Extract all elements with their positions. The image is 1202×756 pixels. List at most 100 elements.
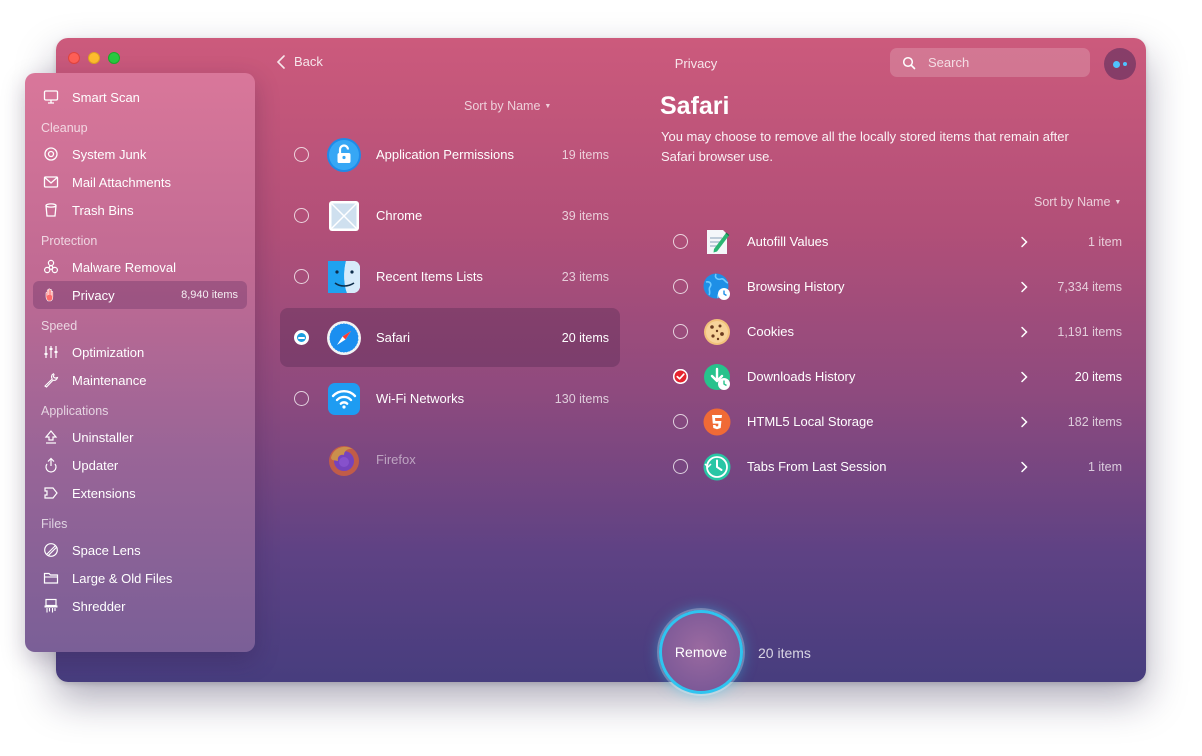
assistant-button[interactable] xyxy=(1104,48,1136,80)
sidebar-item-uninstaller[interactable]: Uninstaller xyxy=(25,423,255,451)
item-name: Autofill Values xyxy=(747,234,829,249)
select-radio[interactable] xyxy=(673,234,688,249)
list-item-tabs-from-last-session[interactable]: Tabs From Last Session 1 item xyxy=(664,444,1130,489)
cookie-icon xyxy=(704,318,730,345)
sidebar-section-speed: Speed xyxy=(41,319,78,333)
sidebar-item-maintenance[interactable]: Maintenance xyxy=(25,366,255,394)
select-checkbox-checked[interactable] xyxy=(673,369,688,384)
select-radio[interactable] xyxy=(294,147,309,162)
select-radio[interactable] xyxy=(294,269,309,284)
sidebar-item-privacy[interactable]: Privacy 8,940 items xyxy=(33,281,247,309)
sidebar-item-label: Malware Removal xyxy=(72,259,177,275)
sidebar-item-label: Space Lens xyxy=(72,542,141,558)
list-item-html5-local-storage[interactable]: HTML5 Local Storage 182 items xyxy=(664,399,1130,444)
back-button[interactable]: Back xyxy=(276,54,323,69)
list-item-chrome[interactable]: Chrome 39 items xyxy=(280,185,620,246)
app-count: 130 items xyxy=(554,391,609,406)
remove-count-label: 20 items xyxy=(758,645,811,661)
sidebar-item-shredder[interactable]: Shredder xyxy=(25,592,255,620)
app-count: 23 items xyxy=(561,269,609,284)
sidebar-item-smart-scan[interactable]: Smart Scan xyxy=(25,83,255,111)
sidebar-item-trash-bins[interactable]: Trash Bins xyxy=(25,196,255,224)
list-item-autofill-values[interactable]: Autofill Values 1 item xyxy=(664,219,1130,264)
item-name: Browsing History xyxy=(747,279,845,294)
sidebar-section-applications: Applications xyxy=(41,404,109,418)
chevron-right-icon[interactable] xyxy=(1020,416,1028,428)
select-radio[interactable] xyxy=(673,414,688,429)
sidebar-item-optimization[interactable]: Optimization xyxy=(25,338,255,366)
wrench-icon xyxy=(42,371,60,389)
item-count: 182 items xyxy=(1067,414,1122,429)
chevron-right-icon[interactable] xyxy=(1020,371,1028,383)
chevron-right-icon[interactable] xyxy=(1020,236,1028,248)
chevron-right-icon[interactable] xyxy=(1020,326,1028,338)
list-item-recent-items-lists[interactable]: Recent Items Lists 23 items xyxy=(280,246,620,307)
sidebar-item-label: Optimization xyxy=(72,344,145,360)
sidebar-item-system-junk[interactable]: System Junk xyxy=(25,140,255,168)
sidebar-section-cleanup: Cleanup xyxy=(41,121,88,135)
detail-description: You may choose to remove all the locally… xyxy=(661,129,1069,164)
sidebar-item-label: Large & Old Files xyxy=(72,570,173,586)
select-radio[interactable] xyxy=(673,279,688,294)
download-icon xyxy=(704,363,730,390)
uninstaller-icon xyxy=(42,428,60,446)
sidebar-item-malware-removal[interactable]: Malware Removal xyxy=(25,253,255,281)
biohazard-icon xyxy=(42,258,60,276)
assistant-dot-icon xyxy=(1113,60,1120,68)
folder-icon xyxy=(42,569,60,587)
app-name: Recent Items Lists xyxy=(376,269,483,284)
zoom-window-button[interactable] xyxy=(108,52,120,64)
search-icon xyxy=(902,56,916,69)
search-box[interactable] xyxy=(890,48,1090,77)
select-radio[interactable] xyxy=(673,324,688,339)
sidebar-item-extensions[interactable]: Extensions xyxy=(25,479,255,507)
list-item-firefox: Firefox xyxy=(280,429,620,490)
item-name: HTML5 Local Storage xyxy=(747,414,874,429)
globe-history-icon xyxy=(703,273,730,300)
chevron-right-icon[interactable] xyxy=(1020,461,1028,473)
back-label: Back xyxy=(294,54,323,69)
app-name: Firefox xyxy=(376,452,416,467)
sidebar-item-large-old-files[interactable]: Large & Old Files xyxy=(25,564,255,592)
chevron-left-icon xyxy=(276,54,285,69)
trash-icon xyxy=(42,201,60,219)
sort-label: Sort by Name xyxy=(1034,195,1111,209)
clock-icon xyxy=(703,453,731,480)
sidebar-item-updater[interactable]: Updater xyxy=(25,451,255,479)
checkmark-icon xyxy=(673,369,688,384)
minimize-window-button[interactable] xyxy=(88,52,100,64)
updater-icon xyxy=(42,456,60,474)
finder-icon xyxy=(328,260,360,293)
list-item-downloads-history[interactable]: Downloads History 20 items xyxy=(664,354,1130,399)
chevron-right-icon[interactable] xyxy=(1020,281,1028,293)
list-item-wifi-networks[interactable]: Wi-Fi Networks 130 items xyxy=(280,368,620,429)
apps-sort-dropdown[interactable]: Sort by Name ▼ xyxy=(464,99,551,113)
sidebar-item-label: Maintenance xyxy=(72,372,147,388)
item-name: Cookies xyxy=(747,324,794,339)
item-name: Downloads History xyxy=(747,369,856,384)
app-count: 19 items xyxy=(561,147,609,162)
sidebar-item-label: Shredder xyxy=(72,598,126,614)
app-name: Chrome xyxy=(376,208,423,223)
select-radio[interactable] xyxy=(294,391,309,406)
item-name: Tabs From Last Session xyxy=(747,459,887,474)
select-radio[interactable] xyxy=(294,208,309,223)
list-item-cookies[interactable]: Cookies 1,191 items xyxy=(664,309,1130,354)
item-count: 1,191 items xyxy=(1057,324,1122,339)
close-window-button[interactable] xyxy=(68,52,80,64)
list-item-safari[interactable]: Safari 20 items xyxy=(280,308,620,367)
select-radio[interactable] xyxy=(673,459,688,474)
sidebar-section-files: Files xyxy=(41,517,68,531)
search-input[interactable] xyxy=(928,55,1078,70)
detail-sort-dropdown[interactable]: Sort by Name ▼ xyxy=(1034,195,1121,209)
sidebar-item-label: Smart Scan xyxy=(72,89,140,105)
partial-select-radio[interactable] xyxy=(294,330,309,345)
sidebar-item-space-lens[interactable]: Space Lens xyxy=(25,536,255,564)
sidebar-item-mail-attachments[interactable]: Mail Attachments xyxy=(25,168,255,196)
detail-title: Safari xyxy=(660,92,730,120)
lock-icon xyxy=(327,137,361,172)
list-item-application-permissions[interactable]: Application Permissions 19 items xyxy=(280,124,620,185)
remove-button[interactable]: Remove xyxy=(659,610,743,694)
sidebar-item-label: Updater xyxy=(72,457,119,473)
list-item-browsing-history[interactable]: Browsing History 7,334 items xyxy=(664,264,1130,309)
